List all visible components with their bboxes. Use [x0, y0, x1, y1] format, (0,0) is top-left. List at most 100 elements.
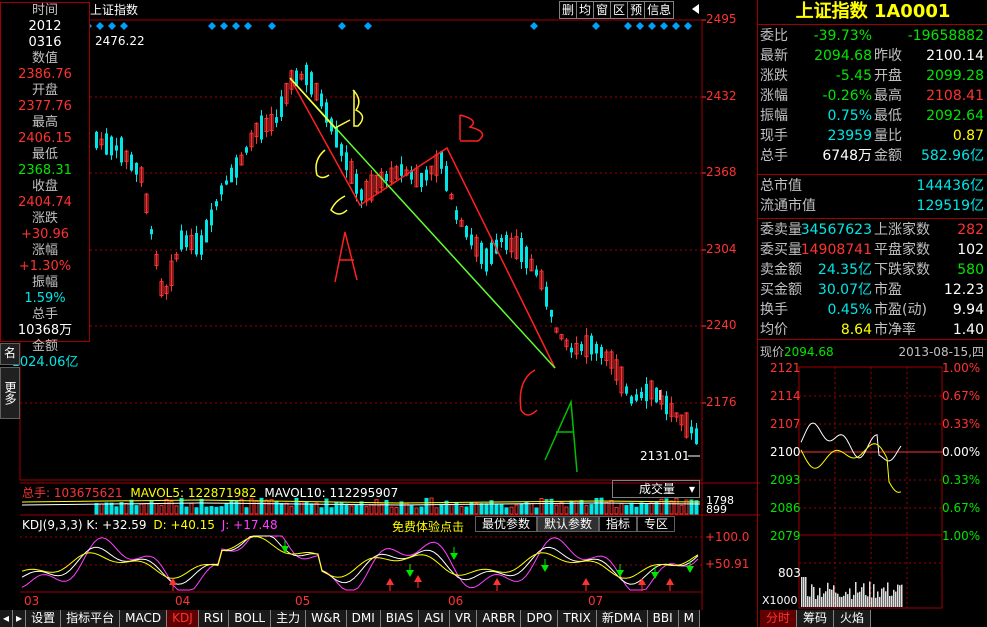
event-marker-icon: [244, 22, 252, 30]
volume-bar: [154, 503, 159, 515]
quote-l1: 均价: [760, 322, 788, 338]
intraday-axis-tick: 2114: [770, 389, 801, 403]
indicator-tab[interactable]: ARBR: [477, 610, 522, 627]
toolbar-button[interactable]: 区: [610, 1, 629, 19]
indicator-tab[interactable]: BIAS: [380, 610, 420, 627]
low-price-label: 2131.01: [640, 449, 690, 463]
intraday-volume-bar: [813, 586, 815, 607]
indicator-tab[interactable]: DPO: [521, 610, 559, 627]
volume-bar: [234, 500, 239, 515]
indicator-tab[interactable]: 设置: [26, 610, 62, 627]
intraday-pct-tick: 0.67%: [942, 501, 981, 515]
kdj-tab-indicator[interactable]: 指标: [599, 516, 638, 532]
trend-annotations: [289, 77, 661, 473]
quote-tab[interactable]: 火焰: [834, 610, 872, 627]
info-value: 2404.74: [18, 195, 72, 210]
scroll-left-button[interactable]: ◂: [0, 610, 14, 627]
volume-bar: [94, 503, 99, 515]
indicator-tab[interactable]: VR: [449, 610, 478, 627]
quote-tab[interactable]: 筹码: [797, 610, 835, 627]
quote-l2: 最高: [874, 88, 902, 104]
quote-tab[interactable]: 分时: [760, 610, 798, 627]
ma-readout: 2476.22: [95, 34, 145, 48]
kdj-tab-best[interactable]: 最优参数: [475, 516, 538, 532]
volume-bar: [314, 502, 319, 515]
volume-bar: [649, 502, 654, 515]
kdj-axis-top: +100.0: [705, 530, 750, 544]
candle-body: [525, 246, 528, 269]
indicator-tab[interactable]: W&R: [306, 610, 347, 627]
candle-body: [115, 145, 118, 151]
toolbar-menu-button[interactable]: [690, 3, 700, 15]
intraday-volume-bar: [847, 594, 849, 607]
candle-body: [570, 347, 573, 353]
volume-bar: [589, 504, 594, 515]
volume-bar: [564, 506, 569, 515]
candle-body: [105, 133, 108, 155]
side-tab-name[interactable]: 名: [0, 343, 20, 365]
indicator-tab[interactable]: BOLL: [229, 610, 272, 627]
indicator-tab[interactable]: RSI: [198, 610, 230, 627]
volume-bar: [289, 505, 294, 515]
scroll-right-button[interactable]: ▸: [13, 610, 27, 627]
volume-bar: [319, 507, 324, 515]
quote-v1: 24.35亿: [817, 262, 872, 278]
kdj-tab-default[interactable]: 默认参数: [537, 516, 600, 532]
volume-bar: [184, 506, 189, 515]
volume-bar: [209, 506, 214, 515]
toolbar-button[interactable]: 预: [627, 1, 646, 19]
candle-body: [485, 248, 488, 272]
indicator-tab[interactable]: MACD: [120, 610, 168, 627]
indicator-tab[interactable]: 主力: [271, 610, 307, 627]
toolbar-button[interactable]: 删: [559, 1, 578, 19]
promo-link[interactable]: 免费体验点击: [392, 518, 464, 535]
kdj-j-value: +17.48: [233, 518, 278, 532]
candle-body: [130, 154, 133, 171]
arrow-up-icon: [666, 578, 674, 585]
volume-bar: [229, 499, 234, 515]
indicator-tab[interactable]: TRIX: [558, 610, 597, 627]
kdj-tab-zone[interactable]: 专区: [637, 516, 676, 532]
indicator-tab[interactable]: KDJ: [167, 610, 199, 627]
side-tab-more[interactable]: 更多: [0, 367, 20, 419]
quote-l1: 换手: [760, 302, 788, 318]
event-marker-icon: [364, 22, 372, 30]
quote-l2: 平盘家数: [874, 242, 930, 258]
toolbar-button[interactable]: 均: [576, 1, 595, 19]
price-tick: 2495: [706, 12, 737, 26]
volume-selector[interactable]: 成交量 ▾: [612, 480, 700, 498]
intraday-pct-tick: 0.33%: [942, 473, 981, 487]
indicator-tab[interactable]: DMI: [346, 610, 381, 627]
indicator-tab[interactable]: M: [678, 610, 700, 627]
candle-body: [150, 229, 153, 235]
candle-body: [180, 230, 183, 250]
kdj-d-value: +40.15: [170, 518, 215, 532]
candle-body: [445, 165, 448, 191]
intraday-volume-bar: [857, 592, 859, 607]
intraday-axis-tick: 2100: [770, 445, 801, 459]
chevron-down-icon: ▾: [688, 482, 695, 496]
kdj-j-label: J:: [221, 518, 230, 532]
volume-bar: [409, 505, 414, 515]
intraday-volume-bar: [867, 596, 869, 607]
indicator-tab[interactable]: 新DMA: [596, 610, 648, 627]
volume-bar: [159, 505, 164, 515]
indicator-tab[interactable]: BBI: [647, 610, 679, 627]
price-tick: 2176: [706, 395, 737, 409]
candle-body: [595, 344, 598, 354]
x-tick: 06: [448, 594, 464, 608]
indicator-tab[interactable]: 指标平台: [61, 610, 121, 627]
volume-bar: [474, 502, 479, 515]
volume-bar: [509, 506, 514, 515]
intraday-volume-bar: [837, 593, 839, 607]
toolbar-button[interactable]: 信息: [644, 1, 675, 19]
event-marker-icon: [208, 22, 216, 30]
intraday-volume-bar: [817, 595, 819, 607]
candle-body: [470, 234, 473, 246]
indicator-tab[interactable]: ASI: [419, 610, 450, 627]
volume-bar: [134, 505, 139, 515]
quote-v1: 129519亿: [916, 198, 984, 214]
toolbar-button[interactable]: 窗: [593, 1, 612, 19]
event-marker-icon: [684, 22, 692, 30]
intraday-axis-tick: 2079: [770, 529, 801, 543]
